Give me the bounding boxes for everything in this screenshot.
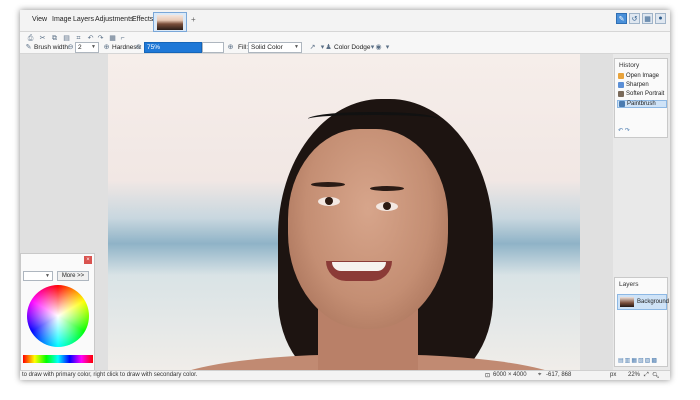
image-size: 6000 × 4000 — [493, 372, 527, 378]
layers-title: Layers — [619, 281, 639, 288]
history-panel: History Open Image Sharpen Soften Portra… — [614, 58, 668, 138]
hardness-slider[interactable] — [202, 42, 224, 53]
photo-sunglasses — [308, 112, 438, 126]
fill-value: Solid Color — [251, 44, 283, 51]
layers-toggle-icon[interactable]: ▦ — [642, 13, 653, 24]
document-thumbnail — [157, 15, 183, 30]
portrait-icon — [618, 91, 624, 97]
blend-mode-icon: ♟ — [325, 44, 332, 51]
new-tab-button[interactable]: + — [191, 15, 196, 24]
history-toggle-icon[interactable]: ↺ — [629, 13, 640, 24]
history-undo-redo-icon[interactable]: ↶ ↷ — [618, 127, 630, 134]
colors-toggle-icon[interactable]: ● — [655, 13, 666, 24]
history-item-label: Paintbrush — [627, 101, 656, 107]
history-item-label: Open Image — [626, 73, 660, 79]
panel-toggles: ✎ ↺ ▦ ● — [616, 13, 666, 24]
paintbrush-icon — [619, 101, 625, 107]
menu-layers[interactable]: Layers — [73, 16, 94, 23]
alpha-blend-icon[interactable]: ◉ — [374, 43, 383, 52]
menu-bar: View Image Layers Adjustments Effects + … — [20, 10, 670, 32]
units-select[interactable]: px — [610, 372, 616, 378]
brush-options-bar: ✎ Brush width: ⊖ 2 ▼ ⊕ Hardness: ⊖ 75% ⊕… — [20, 41, 670, 54]
photo-left-eye — [318, 197, 340, 206]
menu-image[interactable]: Image — [52, 16, 71, 23]
menu-view[interactable]: View — [32, 16, 47, 23]
folder-icon — [618, 73, 624, 79]
history-item-paintbrush[interactable]: Paintbrush — [617, 100, 667, 108]
layer-item-background[interactable]: Background — [617, 294, 670, 310]
blend-mode-value[interactable]: Color Dodge — [334, 44, 371, 51]
zoom-level[interactable]: 22% — [628, 372, 640, 378]
document-tab[interactable] — [153, 12, 187, 32]
layer-name: Background — [637, 299, 670, 305]
tools-toggle-icon[interactable]: ✎ — [616, 13, 627, 24]
antialias-icon[interactable]: ⊕ — [102, 43, 111, 52]
layers-panel: Layers Background ▤▥▦▧▨▩ — [614, 277, 670, 367]
hardness-field[interactable]: 75% — [144, 42, 202, 53]
more-colors-button[interactable]: More >> — [57, 271, 89, 281]
fill-label: Fill: — [238, 44, 249, 51]
layer-actions-icon[interactable]: ▤▥▦▧▨▩ — [618, 357, 658, 364]
chevron-down-icon: ▼ — [294, 44, 299, 50]
brush-width-field[interactable]: 2 ▼ — [75, 42, 99, 53]
brush-width-value: 2 — [78, 44, 82, 51]
photo-left-brow — [311, 182, 345, 187]
history-item-sharpen[interactable]: Sharpen — [617, 82, 667, 90]
decrease-icon[interactable]: ⊖ — [66, 43, 75, 52]
brush-icon: ✎ — [25, 44, 32, 51]
hardness-value: 75% — [147, 44, 161, 51]
status-hint: to draw with primary color, right click … — [22, 372, 198, 378]
sharpen-icon — [618, 82, 624, 88]
fill-select[interactable]: Solid Color ▼ — [248, 42, 302, 53]
photo-face — [288, 129, 448, 329]
hardness-decrease-icon[interactable]: ⊖ — [134, 43, 143, 52]
hardness-increase-icon[interactable]: ⊕ — [226, 43, 235, 52]
zoom-fit-icon[interactable]: ⤢ — [644, 372, 649, 379]
chevron-down-icon: ▼ — [91, 44, 96, 50]
history-item-soften-portrait[interactable]: Soften Portrait — [617, 91, 667, 99]
color-wheel[interactable] — [27, 285, 89, 347]
menu-adjustments[interactable]: Adjustments — [95, 16, 134, 23]
antialiasing-icon[interactable]: ↗ — [308, 43, 317, 52]
status-bar: to draw with primary color, right click … — [20, 370, 670, 380]
brush-width-label: Brush width: — [34, 44, 70, 51]
layer-thumbnail — [620, 297, 634, 307]
canvas-image[interactable] — [108, 54, 580, 370]
history-item-label: Soften Portrait — [626, 91, 665, 97]
menu-effects[interactable]: Effects — [132, 16, 153, 23]
app-window: View Image Layers Adjustments Effects + … — [20, 10, 670, 380]
cursor-icon: ⌖ — [538, 372, 542, 378]
image-size-icon: ⊡ — [485, 373, 491, 379]
history-title: History — [619, 62, 640, 69]
history-item-open-image[interactable]: Open Image — [617, 73, 667, 81]
color-mode-select[interactable]: ▼ — [23, 271, 53, 281]
close-icon[interactable]: × — [84, 256, 92, 264]
chevron-down-icon[interactable]: ▾ — [383, 43, 392, 52]
photo-right-eye — [376, 202, 398, 211]
cursor-position: -617, 868 — [546, 372, 572, 378]
photo-right-brow — [370, 186, 404, 191]
photo-teeth — [332, 262, 386, 271]
history-item-label: Sharpen — [626, 82, 649, 88]
canvas-area[interactable] — [20, 54, 613, 370]
colors-panel: × ▼ More >> — [20, 253, 95, 371]
color-spectrum-bar[interactable] — [23, 355, 93, 363]
chevron-down-icon: ▼ — [45, 273, 50, 279]
zoom-icon[interactable]: 🔍︎ — [652, 372, 660, 379]
